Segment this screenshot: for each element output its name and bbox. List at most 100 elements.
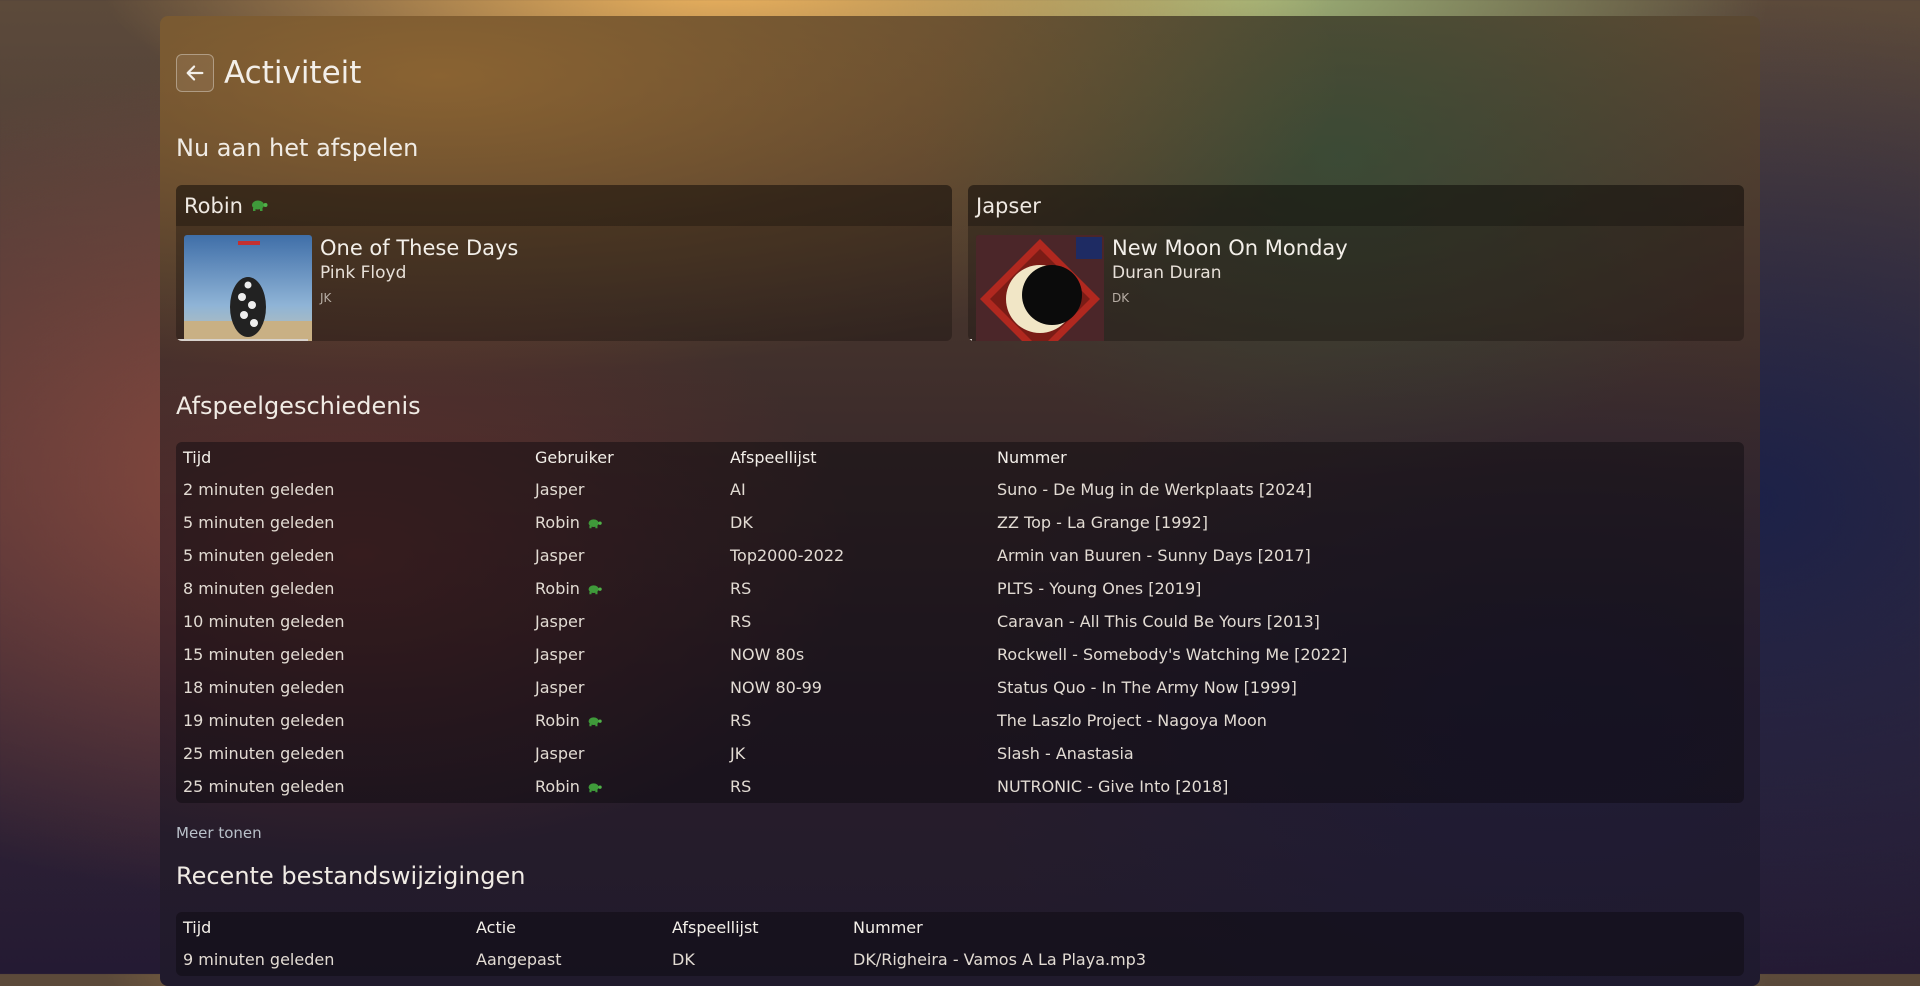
history-table: Tijd Gebruiker Afspeellijst Nummer 2 min…: [176, 442, 1744, 803]
column-header: Tijd: [183, 918, 212, 937]
cell-time: 15 minuten geleden: [183, 645, 345, 664]
cell-track: Caravan - All This Could Be Yours [2013]: [997, 612, 1320, 631]
cell-playlist: RS: [730, 711, 752, 730]
turtle-icon: [588, 716, 602, 726]
user-name: Jasper: [535, 612, 585, 631]
column-header: Gebruiker: [535, 448, 614, 467]
cell-time: 8 minuten geleden: [183, 579, 335, 598]
show-more-link[interactable]: Meer tonen: [176, 824, 262, 842]
cell-playlist: JK: [730, 744, 746, 763]
column-header: Tijd: [183, 448, 212, 467]
table-row: 25 minuten geleden Jasper JK Slash - Anasta…: [176, 737, 1744, 770]
np-track-title: One of These Days: [320, 236, 519, 260]
np-track-title: New Moon On Monday: [1112, 236, 1348, 260]
cell-user: Jasper: [528, 539, 723, 572]
page-title: Activiteit: [224, 55, 362, 91]
cell-user: Jasper: [528, 605, 723, 638]
cell-user: Jasper: [528, 638, 723, 671]
now-playing-card-japser: Japser New Moon On Monday Duran Duran DK: [968, 185, 1744, 341]
np-user-name: Robin: [184, 193, 243, 218]
np-card-header: Robin: [176, 185, 952, 226]
file-changes-title: Recente bestandswijzigingen: [176, 862, 526, 890]
cell-time: 2 minuten geleden: [183, 480, 335, 499]
cell-action: Aangepast: [476, 950, 562, 969]
turtle-icon: [588, 584, 602, 594]
cell-track: Suno - De Mug in de Werkplaats [2024]: [997, 480, 1313, 499]
cell-user: Robin: [528, 572, 723, 605]
cell-playlist: DK: [672, 950, 695, 969]
cell-time: 9 minuten geleden: [183, 950, 335, 969]
cell-playlist: RS: [730, 777, 752, 796]
user-name: Jasper: [535, 678, 585, 697]
cell-playlist: RS: [730, 612, 752, 631]
user-name: Robin: [535, 579, 580, 598]
np-user-name: Japser: [976, 193, 1041, 218]
cell-track: Slash - Anastasia: [997, 744, 1134, 763]
cell-track: PLTS - Young Ones [2019]: [997, 579, 1202, 598]
table-row: 5 minuten geleden Robin DK ZZ Top - La Gran…: [176, 506, 1744, 539]
np-artist: Duran Duran: [1112, 263, 1222, 283]
cell-track: Status Quo - In The Army Now [1999]: [997, 678, 1297, 697]
user-name: Robin: [535, 711, 580, 730]
cell-time: 10 minuten geleden: [183, 612, 345, 631]
file-changes-table: Tijd Actie Afspeellijst Nummer 9 minuten…: [176, 912, 1744, 976]
np-artist: Pink Floyd: [320, 263, 407, 283]
cell-user: Jasper: [528, 473, 723, 506]
cell-user: Jasper: [528, 671, 723, 704]
cell-time: 25 minuten geleden: [183, 777, 345, 796]
cell-playlist: NOW 80s: [730, 645, 805, 664]
turtle-icon: [588, 782, 602, 792]
now-playing-title: Nu aan het afspelen: [176, 134, 419, 162]
table-row: 15 minuten geleden Jasper NOW 80s Rockwell …: [176, 638, 1744, 671]
cell-playlist: DK: [730, 513, 753, 532]
user-name: Jasper: [535, 645, 585, 664]
album-cover-image: [976, 235, 1104, 341]
table-row: 9 minuten geleden Aangepast DK DK/Righeira …: [176, 943, 1744, 976]
np-playlist: DK: [1112, 291, 1130, 305]
user-name: Robin: [535, 513, 580, 532]
column-header: Nummer: [853, 918, 923, 937]
activity-panel: Activiteit Nu aan het afspelen Robin One…: [160, 16, 1760, 986]
user-name: Jasper: [535, 480, 585, 499]
cell-user: Jasper: [528, 737, 723, 770]
cell-track: Rockwell - Somebody's Watching Me [2022]: [997, 645, 1348, 664]
cell-playlist: AI: [730, 480, 746, 499]
cell-track: DK/Righeira - Vamos A La Playa.mp3: [853, 950, 1146, 969]
cell-user: Robin: [528, 770, 723, 803]
turtle-icon: [251, 200, 268, 211]
np-card-header: Japser: [968, 185, 1744, 226]
np-playlist: JK: [320, 291, 332, 305]
cell-user: Robin: [528, 506, 723, 539]
arrow-left-icon: [186, 65, 204, 81]
album-cover-image: [184, 235, 312, 341]
column-header: Afspeellijst: [672, 918, 759, 937]
turtle-icon: [588, 518, 602, 528]
user-name: Jasper: [535, 546, 585, 565]
cell-track: ZZ Top - La Grange [1992]: [997, 513, 1208, 532]
table-row: 19 minuten geleden Robin RS The Laszlo Proj…: [176, 704, 1744, 737]
back-button[interactable]: [176, 54, 214, 92]
cell-time: 19 minuten geleden: [183, 711, 345, 730]
cell-playlist: Top2000-2022: [730, 546, 845, 565]
table-row: 5 minuten geleden Jasper Top2000-2022 Armin…: [176, 539, 1744, 572]
cell-playlist: NOW 80-99: [730, 678, 822, 697]
cell-track: NUTRONIC - Give Into [2018]: [997, 777, 1229, 796]
user-name: Robin: [535, 777, 580, 796]
table-header-row: Tijd Actie Afspeellijst Nummer: [176, 912, 1744, 943]
now-playing-card-robin: Robin One of These Days Pink Floyd JK: [176, 185, 952, 341]
cell-time: 18 minuten geleden: [183, 678, 345, 697]
table-row: 2 minuten geleden Jasper AI Suno - De Mug i…: [176, 473, 1744, 506]
history-title: Afspeelgeschiedenis: [176, 392, 421, 420]
page-header: Activiteit: [176, 54, 361, 92]
user-name: Jasper: [535, 744, 585, 763]
table-row: 10 minuten geleden Jasper RS Caravan - All …: [176, 605, 1744, 638]
cell-track: Armin van Buuren - Sunny Days [2017]: [997, 546, 1311, 565]
cell-time: 25 minuten geleden: [183, 744, 345, 763]
playback-progress-bar: [176, 339, 308, 341]
cell-time: 5 minuten geleden: [183, 546, 335, 565]
cell-time: 5 minuten geleden: [183, 513, 335, 532]
column-header: Nummer: [997, 448, 1067, 467]
table-row: 25 minuten geleden Robin RS NUTRONIC - Give…: [176, 770, 1744, 803]
playback-progress-bar: [968, 339, 972, 341]
table-header-row: Tijd Gebruiker Afspeellijst Nummer: [176, 442, 1744, 473]
